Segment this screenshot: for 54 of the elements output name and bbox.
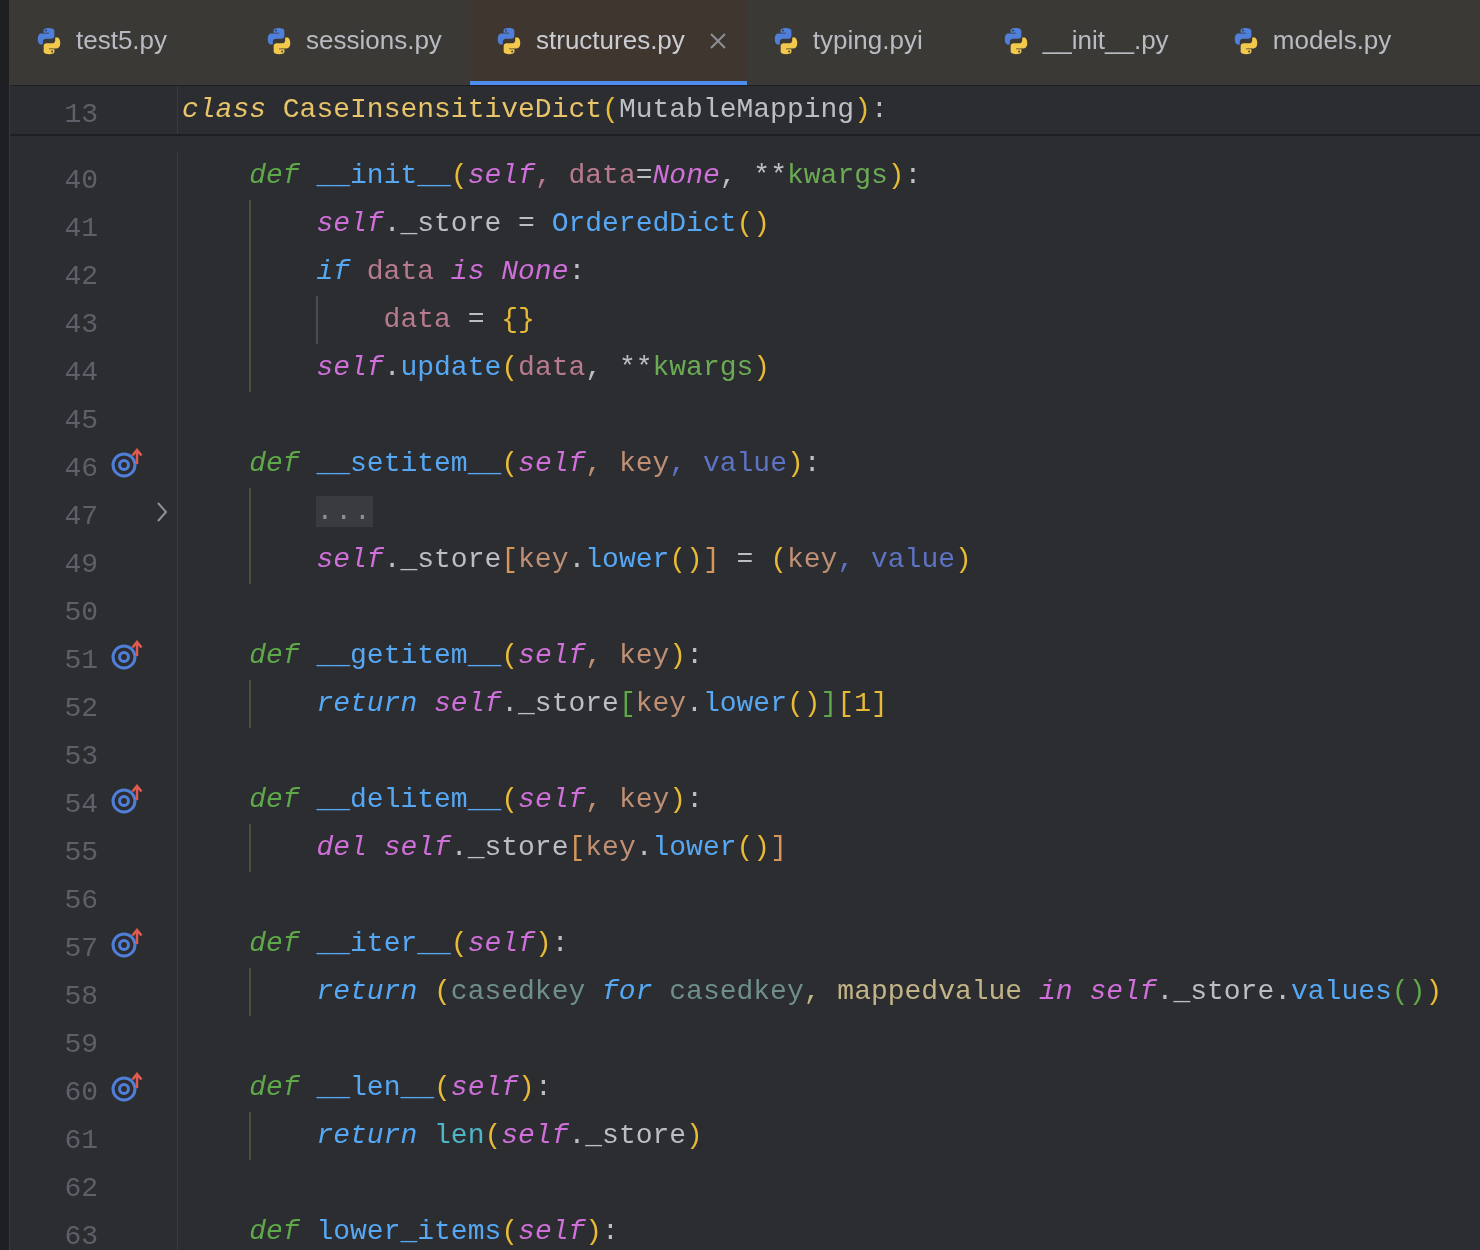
editor-tab[interactable]: typing.pyi — [746, 0, 977, 85]
editor-tab[interactable]: __init__.py — [976, 0, 1207, 85]
editor-tab[interactable]: structures.py — [470, 0, 747, 85]
target-up-arrow-icon[interactable] — [110, 928, 144, 958]
chevron-right-icon[interactable] — [156, 501, 168, 523]
editor-tab[interactable]: sessions.py — [240, 0, 470, 85]
line-number: 60 — [64, 1076, 98, 1110]
line-number: 49 — [64, 548, 98, 582]
line-number: 46 — [64, 452, 98, 486]
line-number: 59 — [64, 1028, 98, 1062]
line-number: 55 — [64, 836, 98, 870]
line-number: 50 — [64, 596, 98, 630]
code-line: class CaseInsensitiveDict(MutableMapping): — [182, 93, 888, 127]
target-up-arrow-icon[interactable] — [110, 1072, 144, 1102]
line-number: 63 — [64, 1220, 98, 1250]
line-number: 40 — [64, 164, 98, 198]
line-number: 51 — [64, 644, 98, 678]
close-icon[interactable] — [708, 31, 727, 50]
line-number: 54 — [64, 788, 98, 822]
code-line: def __len__(self): — [249, 1071, 552, 1105]
code-line: self._store[key.lower()] = (key, value) — [316, 543, 972, 577]
line-number: 62 — [64, 1172, 98, 1206]
target-up-arrow-icon[interactable] — [110, 784, 144, 814]
line-number: 53 — [64, 740, 98, 774]
code-line: def __setitem__(self, key, value): — [249, 447, 821, 481]
code-line: self._store = OrderedDict() — [316, 207, 771, 241]
line-number: 42 — [64, 260, 98, 294]
code-line: del self._store[key.lower()] — [316, 831, 787, 865]
line-number: 58 — [64, 980, 98, 1014]
editor-tab[interactable]: test5.py — [10, 0, 240, 85]
code-line: self.update(data, **kwargs) — [316, 351, 771, 385]
code-line: def lower_items(self): — [249, 1215, 619, 1249]
line-number: 56 — [64, 884, 98, 918]
line-number: 61 — [64, 1124, 98, 1158]
code-line: def __getitem__(self, key): — [249, 639, 703, 673]
line-number: 41 — [64, 212, 98, 246]
target-up-arrow-icon[interactable] — [110, 448, 144, 478]
line-number: 45 — [64, 404, 98, 438]
code-line: return len(self._store) — [316, 1119, 703, 1153]
code-line: return (casedkey for casedkey, mappedvalue in self._store.values()) — [316, 975, 1443, 1009]
code-line: return self._store[key.lower()][1] — [316, 687, 888, 721]
line-number: 44 — [64, 356, 98, 390]
line-number: 47 — [64, 500, 98, 534]
code-line: def __delitem__(self, key): — [249, 783, 703, 817]
editor-tab[interactable]: models.py — [1206, 0, 1412, 85]
code-line: if data is None: — [316, 255, 586, 289]
code-line: def __iter__(self): — [249, 927, 569, 961]
code-line: data = {} — [383, 303, 535, 337]
line-number: 43 — [64, 308, 98, 342]
line-number: 13 — [64, 98, 98, 132]
code-line: def __init__(self, data=None, **kwargs): — [249, 159, 922, 193]
target-up-arrow-icon[interactable] — [110, 640, 144, 670]
line-number: 57 — [64, 932, 98, 966]
line-number: 52 — [64, 692, 98, 726]
